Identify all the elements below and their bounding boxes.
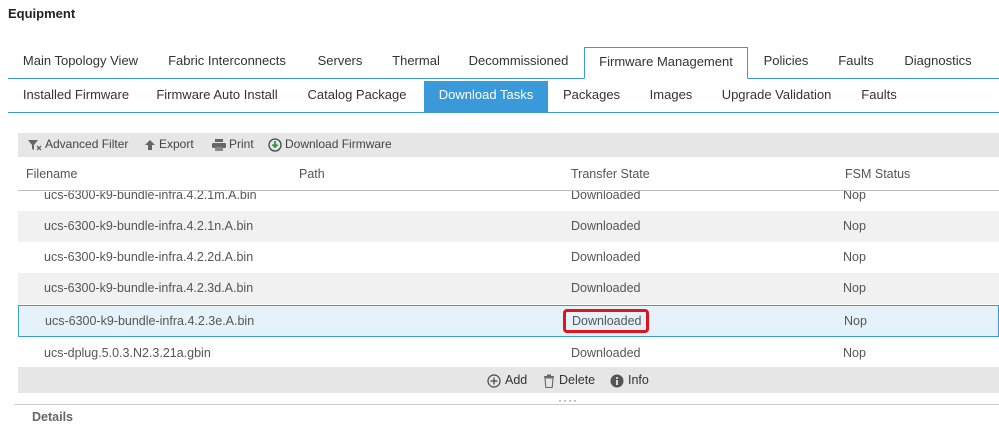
plus-circle-icon	[487, 374, 501, 388]
table-row[interactable]: ucs-6300-k9-bundle-infra.4.2.1n.A.bin Do…	[18, 211, 999, 242]
filename-cell: ucs-6300-k9-bundle-infra.4.2.1n.A.bin	[44, 219, 254, 233]
filename-cell: ucs-dplug.5.0.3.N2.3.21a.gbin	[44, 346, 211, 360]
fsm-status-cell: Nop	[844, 314, 867, 328]
subtab-upgrade-validation[interactable]: Upgrade Validation	[707, 81, 846, 111]
add-button[interactable]: Add	[487, 367, 527, 393]
table-row[interactable]: ucs-6300-k9-bundle-infra.4.2.3d.A.bin Do…	[18, 273, 999, 304]
export-label: Export	[159, 137, 194, 151]
fsm-status-cell: Nop	[843, 250, 866, 264]
info-label: Info	[628, 373, 649, 387]
export-button[interactable]: Export	[144, 133, 194, 157]
transfer-state-cell: Downloaded	[571, 250, 641, 264]
printer-icon	[212, 138, 226, 151]
info-button[interactable]: Info	[610, 367, 649, 393]
table-row[interactable]: ucs-dplug.5.0.3.N2.3.21a.gbin Downloaded…	[18, 338, 999, 367]
table-row-selected[interactable]: ucs-6300-k9-bundle-infra.4.2.3e.A.bin Do…	[18, 305, 999, 337]
column-header-filename[interactable]: Filename	[26, 163, 77, 185]
transfer-state-cell: Downloaded	[571, 219, 641, 233]
column-header-path[interactable]: Path	[299, 163, 325, 185]
transfer-state-cell: Downloaded	[571, 281, 641, 295]
tab-policies[interactable]: Policies	[748, 47, 824, 77]
column-header-transfer-state[interactable]: Transfer State	[571, 163, 650, 185]
export-arrow-icon	[145, 139, 155, 150]
download-firmware-icon	[268, 138, 282, 152]
grid-toolbar: Advanced Filter Export Print Download Fi…	[18, 133, 999, 157]
filename-cell: ucs-6300-k9-bundle-infra.4.2.1m.A.bin	[44, 191, 257, 202]
table-body: ucs-6300-k9-bundle-infra.4.2.1m.A.bin Do…	[18, 191, 999, 367]
info-icon	[610, 374, 624, 388]
details-splitter[interactable]	[14, 404, 999, 405]
print-label: Print	[229, 137, 254, 151]
add-label: Add	[505, 373, 528, 387]
subtab-faults[interactable]: Faults	[846, 81, 912, 111]
tab-firmware-management[interactable]: Firmware Management	[584, 47, 748, 79]
advanced-filter-label: Advanced Filter	[45, 137, 129, 151]
table-row[interactable]: ucs-6300-k9-bundle-infra.4.2.2d.A.bin Do…	[18, 242, 999, 273]
tab-fabric-interconnects[interactable]: Fabric Interconnects	[153, 47, 301, 77]
tab-faults[interactable]: Faults	[824, 47, 888, 77]
tab-decommissioned[interactable]: Decommissioned	[453, 47, 584, 77]
fsm-status-cell: Nop	[843, 346, 866, 360]
tab-thermal[interactable]: Thermal	[379, 47, 453, 77]
delete-label: Delete	[559, 373, 596, 387]
transfer-state-cell: Downloaded	[571, 346, 641, 360]
table-row[interactable]: ucs-6300-k9-bundle-infra.4.2.1m.A.bin Do…	[18, 191, 999, 211]
sub-tab-bar: Installed Firmware Firmware Auto Install…	[8, 81, 999, 113]
filename-cell: ucs-6300-k9-bundle-infra.4.2.2d.A.bin	[44, 250, 254, 264]
tab-servers[interactable]: Servers	[301, 47, 379, 77]
table-header: Filename Path Transfer State FSM Status	[18, 163, 999, 191]
subtab-images[interactable]: Images	[635, 81, 707, 111]
column-header-fsm-status[interactable]: FSM Status	[845, 163, 910, 185]
filter-icon	[28, 139, 42, 151]
main-tab-bar: Main Topology View Fabric Interconnects …	[8, 47, 999, 79]
fsm-status-cell: Nop	[843, 281, 866, 295]
print-button[interactable]: Print	[212, 133, 254, 157]
grid-footer: Add Delete Info	[18, 367, 999, 393]
transfer-state-cell: Downloaded	[571, 191, 641, 202]
fsm-status-cell: Nop	[843, 191, 866, 202]
download-firmware-button[interactable]: Download Firmware	[268, 133, 392, 157]
subtab-download-tasks[interactable]: Download Tasks	[424, 81, 548, 112]
subtab-catalog-package[interactable]: Catalog Package	[290, 81, 424, 111]
filename-cell: ucs-6300-k9-bundle-infra.4.2.3d.A.bin	[44, 281, 254, 295]
advanced-filter-button[interactable]: Advanced Filter	[28, 133, 128, 157]
trash-icon	[544, 374, 554, 388]
subtab-installed-firmware[interactable]: Installed Firmware	[8, 81, 144, 111]
page-title: Equipment	[8, 6, 76, 21]
filename-cell: ucs-6300-k9-bundle-infra.4.2.3e.A.bin	[45, 314, 255, 328]
tab-diagnostics[interactable]: Diagnostics	[888, 47, 988, 77]
transfer-state-highlight	[563, 309, 649, 333]
subtab-packages[interactable]: Packages	[548, 81, 635, 111]
subtab-firmware-auto-install[interactable]: Firmware Auto Install	[144, 81, 290, 111]
fsm-status-cell: Nop	[843, 219, 866, 233]
delete-button[interactable]: Delete	[543, 367, 595, 393]
tab-main-topology-view[interactable]: Main Topology View	[8, 47, 153, 77]
download-firmware-label: Download Firmware	[285, 137, 392, 151]
